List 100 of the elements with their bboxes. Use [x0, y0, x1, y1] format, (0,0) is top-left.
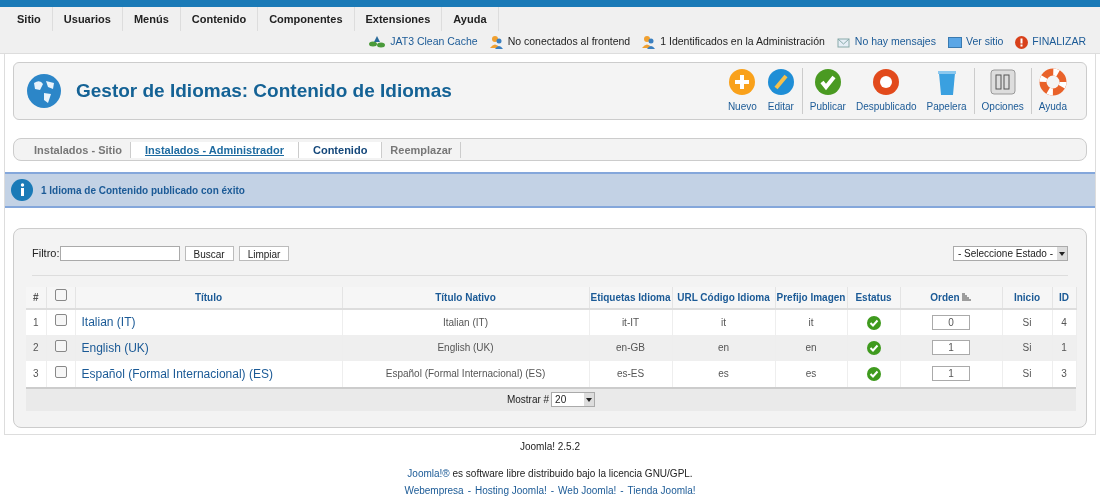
menu-item[interactable]: Usuarios [52, 7, 123, 31]
pagination-select[interactable]: 20 [551, 392, 596, 407]
status-link[interactable]: Ver sitio [965, 34, 1004, 50]
circle-icon [872, 68, 901, 96]
footer-link[interactable]: Hosting Joomla! [475, 483, 547, 498]
status-link[interactable]: FINALIZAR [1032, 34, 1086, 50]
url-code: es [718, 368, 729, 379]
footer-link[interactable]: Web Joomla! [558, 483, 617, 498]
order-field[interactable]: 1 [932, 366, 970, 381]
column-header[interactable]: URL Código Idioma [677, 291, 770, 303]
native-title: Español (Formal Internacional) (ES) [385, 368, 546, 379]
order-field[interactable]: 1 [932, 340, 970, 355]
license-text: Joomla!® es software libre distribuido bajo la licencia GNU/GPL. [407, 467, 693, 481]
column-header[interactable]: ID [1059, 291, 1069, 303]
image-prefix: es [805, 368, 817, 379]
language-link[interactable]: English (UK) [81, 340, 149, 355]
screen-icon [947, 36, 962, 48]
published-check-icon[interactable] [866, 367, 881, 382]
row-number: 1 [32, 316, 39, 328]
message-text: 1 Idioma de Contenido publicado con éxito [41, 183, 245, 198]
published-check-icon[interactable] [866, 315, 881, 330]
url-code: it [721, 316, 726, 328]
image-prefix: it [808, 316, 814, 328]
checkbox[interactable] [54, 365, 67, 378]
toolbar-button[interactable]: Nuevo [724, 68, 760, 114]
menu-item[interactable]: Componentes [258, 7, 355, 31]
home-value: Si [1022, 316, 1032, 328]
link-separator: - [467, 484, 472, 498]
link-separator: - [550, 484, 555, 498]
filter-label: Filtro: [32, 246, 60, 261]
checkbox[interactable] [54, 339, 67, 352]
toolbar-button[interactable]: Editar [763, 68, 798, 114]
language-tag: en-GB [616, 342, 645, 353]
menu-item[interactable]: Ayuda [442, 7, 499, 31]
language-link[interactable]: Italian (IT) [81, 315, 136, 329]
submenu-tab[interactable]: Instalados - Administrador [131, 141, 299, 158]
language-tag: it-IT [621, 316, 640, 328]
submenu-tab[interactable]: Contenido [298, 141, 383, 158]
column-header[interactable]: Orden [930, 289, 960, 305]
column-header[interactable]: Inicio [1013, 291, 1041, 303]
pencil-icon [766, 68, 795, 96]
check-icon [813, 68, 842, 96]
home-value: Si [1022, 368, 1032, 379]
status-link[interactable]: 1 Identificados en la Administración [660, 34, 825, 50]
column-header[interactable]: Estatus [855, 291, 892, 303]
filter-button[interactable]: Buscar [184, 245, 234, 261]
footer-link[interactable]: Webempresa [404, 483, 464, 498]
column-header[interactable]: Título Nativo [435, 291, 496, 303]
page-title: Gestor de Idiomas: Contenido de Idiomas [76, 78, 452, 103]
native-title: Italian (IT) [443, 316, 488, 328]
menu-item[interactable]: Menús [122, 7, 181, 31]
plus-icon [728, 68, 757, 96]
leaf-icon [368, 35, 387, 49]
status-link[interactable]: No hay mensajes [854, 34, 936, 50]
home-value: Si [1022, 342, 1032, 353]
row-number: 2 [32, 342, 39, 353]
state-select[interactable]: - Seleccione Estado - [952, 245, 1068, 261]
version-text: Joomla! 2.5.2 [519, 440, 580, 454]
checkbox[interactable] [54, 314, 67, 326]
url-code: en [717, 342, 730, 353]
language-link[interactable]: Español (Formal Internacional) (ES) [81, 366, 273, 381]
order-field[interactable]: 0 [932, 314, 970, 330]
native-title: English (UK) [437, 342, 494, 353]
toolbar-button[interactable]: Publicar [806, 68, 849, 114]
status-link[interactable]: JAT3 Clean Cache [390, 34, 478, 50]
filter-button[interactable]: Limpiar [238, 245, 290, 261]
submenu-tab[interactable]: Reemplazar [382, 141, 462, 158]
column-header[interactable]: # [32, 291, 39, 303]
column-header[interactable]: Etiquetas Idioma [590, 291, 671, 303]
menu-item[interactable]: Extensiones [354, 7, 443, 31]
link-separator: - [620, 484, 624, 498]
exclamation-icon [1015, 35, 1029, 49]
column-header[interactable]: Título [194, 291, 223, 303]
toolbar-button[interactable]: Despublicado [852, 68, 920, 114]
toolbar-button[interactable]: Ayuda [1035, 68, 1070, 114]
image-prefix: en [805, 342, 817, 353]
footer-link[interactable]: Tienda Joomla! [627, 483, 696, 498]
pagination-label: Mostrar # [506, 393, 550, 407]
row-number: 3 [32, 368, 39, 379]
id-value: 3 [1061, 368, 1067, 379]
mail-icon [836, 36, 851, 48]
globe-icon [26, 73, 62, 109]
info-icon [11, 179, 33, 201]
id-value: 4 [1061, 316, 1067, 328]
published-check-icon[interactable] [866, 341, 881, 356]
toolbar-button[interactable]: Papelera [923, 68, 970, 114]
menu-item[interactable]: Contenido [180, 7, 259, 31]
filter-field[interactable] [59, 245, 180, 261]
status-link[interactable]: No conectados al frontend [507, 34, 631, 50]
toolbar-button[interactable]: Opciones [978, 68, 1027, 114]
sort-icon [961, 292, 972, 302]
menu-item[interactable]: Sitio [6, 7, 53, 31]
options-icon [988, 68, 1017, 96]
checkbox[interactable] [54, 289, 67, 301]
users-icon [489, 35, 504, 49]
joomla-link[interactable]: Joomla!® [407, 468, 450, 479]
column-header[interactable]: Prefijo Imagen [776, 291, 846, 303]
language-tag: es-ES [616, 368, 645, 379]
users-icon [642, 35, 657, 49]
id-value: 1 [1061, 342, 1067, 353]
